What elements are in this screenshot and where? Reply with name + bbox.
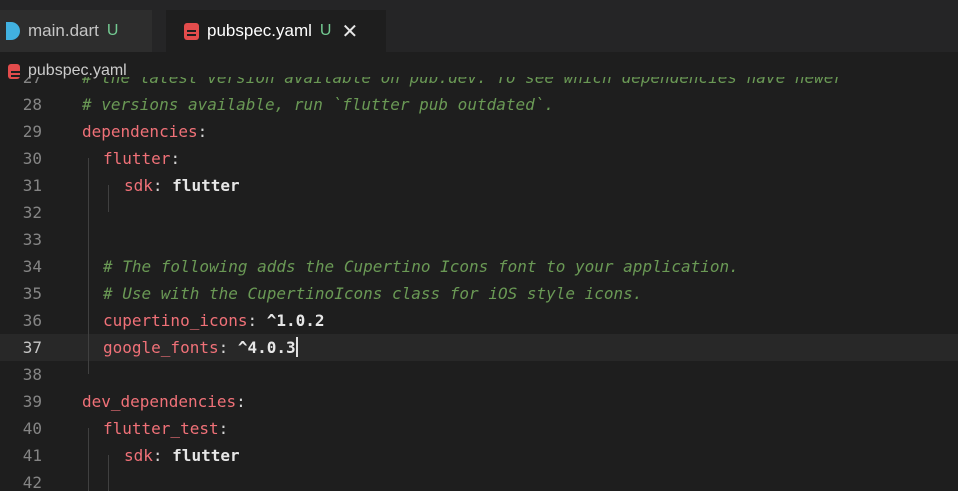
line-number: 32: [22, 203, 42, 222]
code-content: # Use with the CupertinoIcons class for …: [103, 280, 642, 307]
line-number: 28: [22, 95, 42, 114]
yaml-separator: :: [218, 419, 229, 438]
yaml-value: flutter: [172, 446, 240, 465]
yaml-separator: :: [152, 446, 173, 465]
line-number: 35: [22, 284, 42, 303]
yaml-key: sdk: [124, 176, 153, 195]
yaml-key: cupertino_icons: [103, 311, 248, 330]
code-line[interactable]: 39 dev_dependencies:: [0, 388, 958, 415]
yaml-value: ^4.0.3: [237, 338, 296, 357]
tab-label: pubspec.yaml: [207, 21, 312, 40]
yaml-key: google_fonts: [103, 338, 219, 357]
text-cursor: [295, 337, 298, 357]
line-number: 37: [22, 338, 42, 357]
line-number: 30: [22, 149, 42, 168]
code-editor[interactable]: 42 41 sdk: flutter 40 flutter_test: 39 dev_dep…: [0, 77, 958, 491]
code-line[interactable]: 40 flutter_test:: [0, 415, 958, 442]
tab-bar: main.dart U pubspec.yaml U ✕: [0, 0, 958, 52]
code-content: flutter:: [103, 145, 180, 172]
line-number: 27: [22, 77, 42, 87]
yaml-value: flutter: [172, 176, 240, 195]
yaml-key: dev_dependencies: [82, 392, 237, 411]
line-number: 36: [22, 311, 42, 330]
line-number: 39: [22, 392, 42, 411]
yaml-key: sdk: [124, 446, 153, 465]
line-number: 33: [22, 230, 42, 249]
line-number: 40: [22, 419, 42, 438]
code-line[interactable]: 34 # The following adds the Cupertino Ico…: [0, 253, 958, 280]
code-content: google_fonts: ^4.0.3: [103, 334, 298, 361]
tab-label: main.dart: [28, 21, 99, 40]
code-line[interactable]: 29 dependencies:: [0, 118, 958, 145]
code-line[interactable]: 42: [0, 469, 958, 491]
close-icon[interactable]: ✕: [341, 19, 358, 44]
code-content: sdk: flutter: [124, 442, 240, 469]
tab-main-dart[interactable]: main.dart U: [0, 10, 152, 52]
code-content: # versions available, run `flutter pub o…: [82, 91, 554, 118]
code-line[interactable]: 38: [0, 361, 958, 388]
indent-guide: [108, 455, 109, 491]
line-number: 41: [22, 446, 42, 465]
line-number: 38: [22, 365, 42, 384]
indent-guide: [88, 428, 89, 491]
line-number: 29: [22, 122, 42, 141]
indent-guide: [88, 158, 89, 374]
yaml-key: dependencies: [82, 122, 198, 141]
code-content: sdk: flutter: [124, 172, 240, 199]
tab-pubspec-yaml[interactable]: pubspec.yaml U ✕: [166, 10, 386, 52]
code-comment: # versions available, run `flutter pub o…: [82, 95, 555, 114]
code-comment: # The following adds the Cupertino Icons…: [103, 257, 739, 276]
line-number: 31: [22, 176, 42, 195]
yaml-file-icon: [184, 22, 199, 40]
code-line[interactable]: 36 cupertino_icons: ^1.0.2: [0, 307, 958, 334]
code-line[interactable]: 30 flutter:: [0, 145, 958, 172]
code-content: # the latest version available on pub.de…: [82, 77, 843, 91]
yaml-separator: :: [236, 392, 246, 411]
tab-status-badge: U: [319, 22, 332, 39]
code-content: cupertino_icons: ^1.0.2: [103, 307, 325, 334]
code-content: dev_dependencies:: [82, 388, 246, 415]
yaml-separator: :: [152, 176, 173, 195]
code-line[interactable]: 41 sdk: flutter: [0, 442, 958, 469]
yaml-value: ^1.0.2: [266, 311, 325, 330]
yaml-separator: :: [218, 338, 238, 357]
yaml-key: flutter: [103, 149, 171, 168]
line-number: 34: [22, 257, 42, 276]
code-line[interactable]: 33: [0, 226, 958, 253]
yaml-separator: :: [170, 149, 181, 168]
code-line[interactable]: 32: [0, 199, 958, 226]
dart-file-icon: [6, 22, 20, 40]
code-line[interactable]: 37 google_fonts: ^4.0.3: [0, 334, 958, 361]
yaml-separator: :: [197, 122, 208, 141]
code-content: dependencies:: [82, 118, 207, 145]
code-line[interactable]: 27 # the latest version available on pub.…: [0, 77, 958, 91]
code-line[interactable]: 28 # versions available, run `flutter pub…: [0, 91, 958, 118]
code-content: # The following adds the Cupertino Icons…: [103, 253, 739, 280]
tab-status-badge: U: [106, 22, 119, 39]
code-comment: # Use with the CupertinoIcons class for …: [103, 284, 643, 303]
yaml-separator: :: [247, 311, 267, 330]
code-content: flutter_test:: [103, 415, 228, 442]
yaml-key: flutter_test: [103, 419, 219, 438]
code-line[interactable]: 35 # Use with the CupertinoIcons class fo…: [0, 280, 958, 307]
code-line[interactable]: 31 sdk: flutter: [0, 172, 958, 199]
code-comment: # the latest version available on pub.de…: [82, 77, 843, 87]
indent-guide: [108, 185, 109, 212]
line-number: 42: [22, 473, 42, 491]
